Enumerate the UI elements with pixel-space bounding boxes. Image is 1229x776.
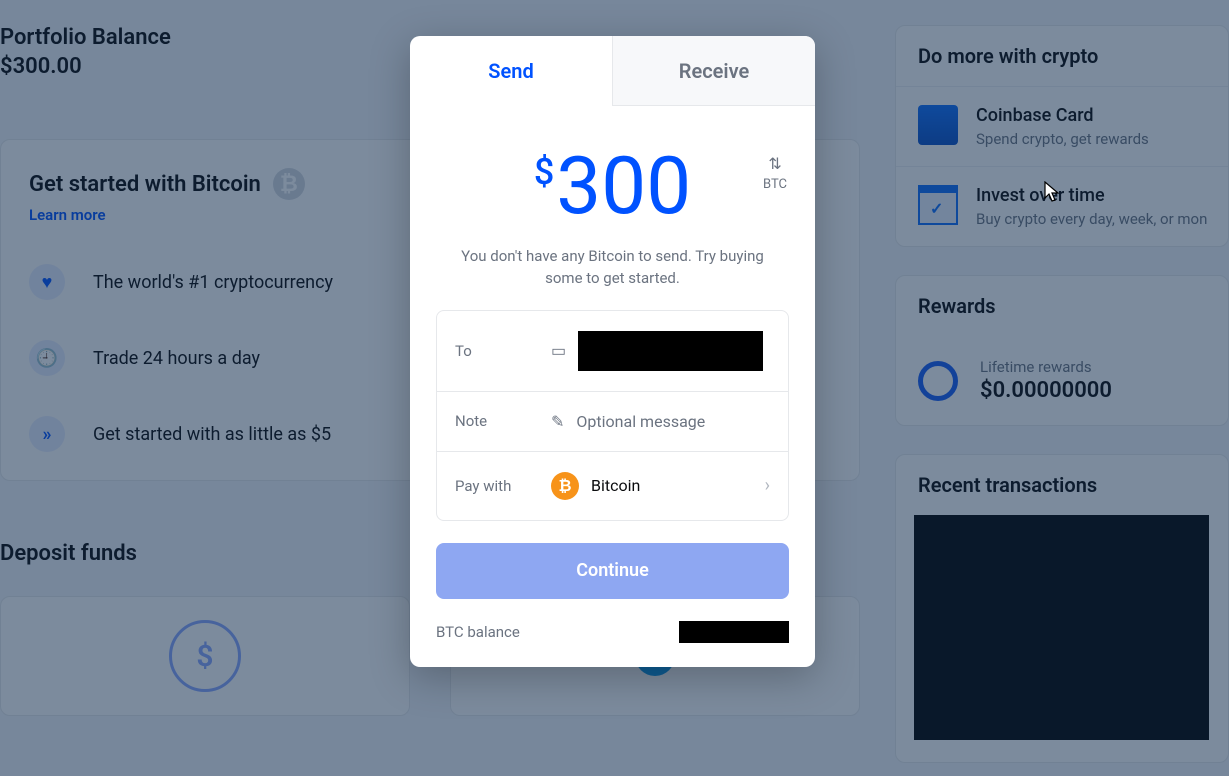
send-fields: To ▭ Note ✎ Optional message Pay with ₿ … bbox=[436, 310, 789, 521]
tab-receive[interactable]: Receive bbox=[612, 36, 815, 106]
swap-icon: ⇅ bbox=[763, 154, 787, 173]
pay-with-label: Pay with bbox=[455, 477, 551, 495]
to-field[interactable]: To ▭ bbox=[437, 311, 788, 392]
switch-label: BTC bbox=[763, 177, 787, 192]
pay-with-field[interactable]: Pay with ₿ Bitcoin › bbox=[437, 452, 788, 520]
pencil-icon: ✎ bbox=[551, 412, 564, 431]
amount-input[interactable]: $ 300 bbox=[534, 146, 691, 226]
btc-balance-label: BTC balance bbox=[436, 623, 520, 641]
amount-value: 300 bbox=[556, 146, 691, 226]
send-receive-modal: Send Receive $ 300 ⇅ BTC You don't have … bbox=[410, 36, 815, 667]
note-field[interactable]: Note ✎ Optional message bbox=[437, 392, 788, 452]
tab-send[interactable]: Send bbox=[410, 36, 612, 106]
modal-tabs: Send Receive bbox=[410, 36, 815, 106]
redacted-balance bbox=[679, 621, 789, 643]
pay-with-value: Bitcoin bbox=[591, 476, 640, 495]
bitcoin-icon: ₿ bbox=[551, 472, 579, 500]
note-placeholder: Optional message bbox=[576, 412, 705, 431]
no-bitcoin-message: You don't have any Bitcoin to send. Try … bbox=[410, 236, 815, 310]
wallet-icon: ▭ bbox=[551, 341, 566, 360]
redacted-recipient bbox=[578, 331, 763, 371]
continue-button[interactable]: Continue bbox=[436, 543, 789, 599]
switch-currency-button[interactable]: ⇅ BTC bbox=[763, 154, 787, 192]
to-label: To bbox=[455, 342, 551, 360]
note-label: Note bbox=[455, 412, 551, 430]
chevron-right-icon: › bbox=[765, 475, 770, 496]
currency-symbol: $ bbox=[534, 154, 554, 190]
